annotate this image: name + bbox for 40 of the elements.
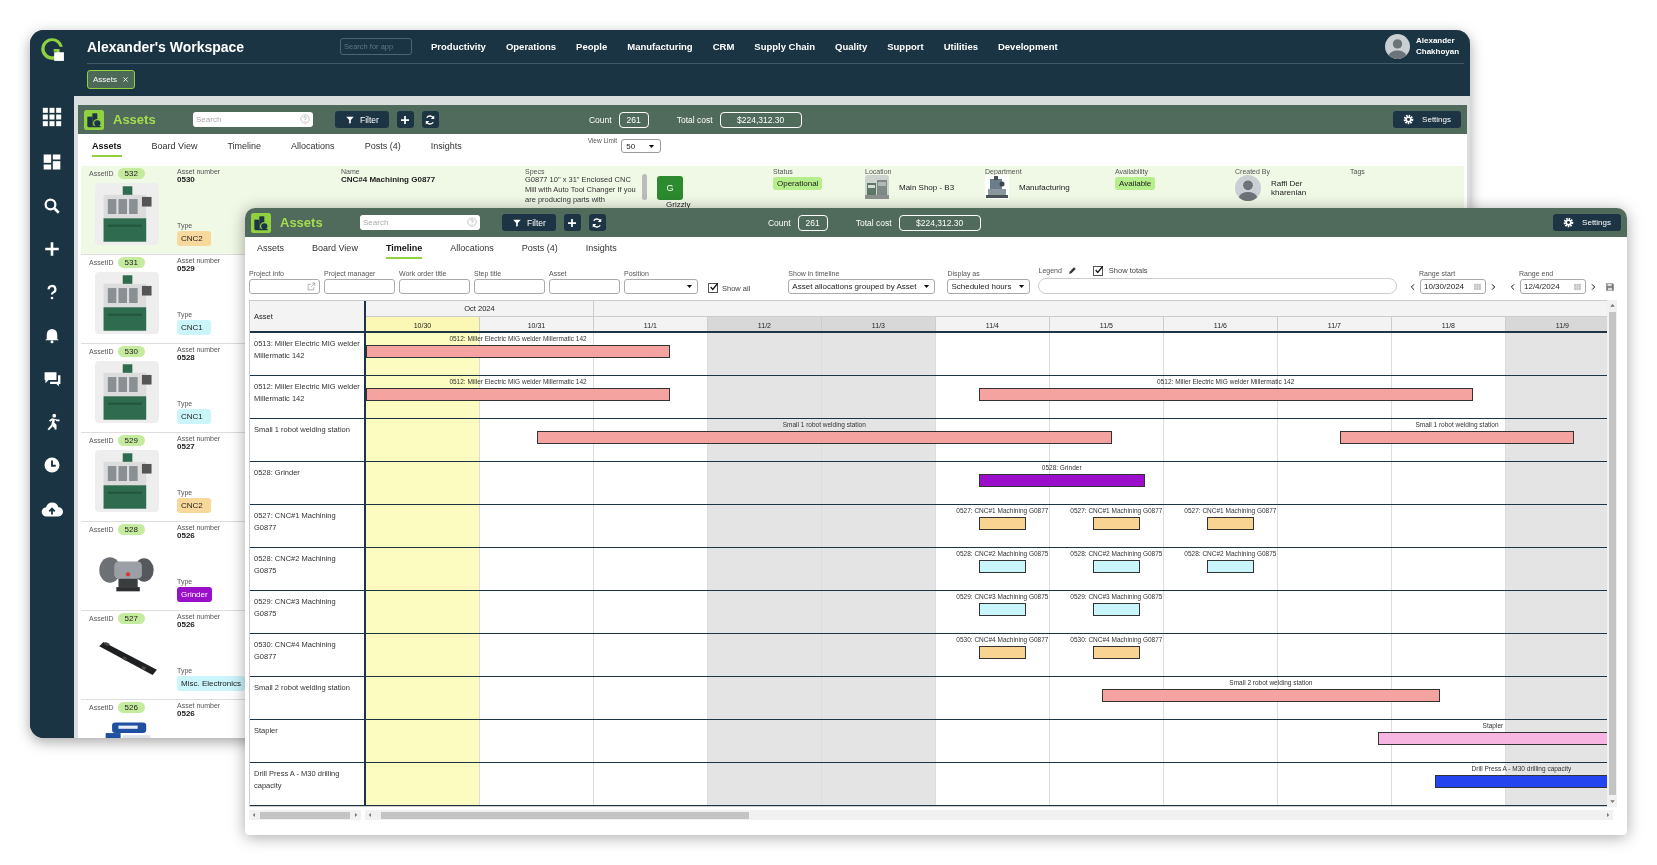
asset-id-badge: 530 — [117, 346, 145, 357]
count-value: 261 — [618, 111, 649, 128]
total-cost-value: $224,312.30 — [719, 111, 802, 128]
asset-id-badge: 527 — [117, 613, 145, 624]
department-name: Manufacturing — [1019, 182, 1070, 192]
asset-id-badge: 531 — [117, 257, 145, 268]
asset-number: 0527 — [177, 442, 195, 451]
type-tag: Grinder — [177, 587, 212, 602]
type-tag: CNC2 — [177, 498, 211, 513]
asset-number: 0526 — [177, 620, 195, 629]
asset-name: CNC#4 Machining G0877 — [341, 175, 436, 184]
count-label: Count — [767, 217, 791, 228]
asset-number: 0529 — [177, 264, 195, 273]
status-badge: Operational — [773, 177, 823, 190]
app-title: Assets — [280, 215, 324, 230]
type-tag: CNC1 — [177, 320, 211, 335]
asset-number: 0526 — [177, 709, 195, 718]
availability-badge: Available — [1115, 177, 1156, 190]
asset-id-badge: 528 — [117, 524, 145, 535]
asset-id-badge: 529 — [117, 435, 145, 446]
count-value: 261 — [797, 214, 828, 231]
count-label: Count — [588, 114, 612, 125]
type-tag: CNC1 — [177, 409, 211, 424]
asset-id-badge: 526 — [117, 702, 145, 713]
total-cost-value: $224,312.30 — [898, 214, 981, 231]
asset-number: 0526 — [177, 531, 195, 540]
asset-id-badge: 532 — [117, 168, 145, 179]
location-name: Main Shop - B3 — [899, 182, 955, 192]
asset-number: 0530 — [177, 175, 195, 184]
total-cost-label: Total cost — [855, 217, 892, 228]
brand-name: Grizzly — [666, 200, 691, 209]
asset-number: 0528 — [177, 353, 195, 362]
creator-name: Raffi Der kharenian — [1271, 179, 1308, 197]
brand-logo: G — [657, 176, 683, 200]
type-tag: CNC2 — [177, 231, 211, 246]
total-cost-label: Total cost — [676, 114, 713, 125]
type-tag: Misc. Electronics — [177, 676, 245, 691]
workspace-title: Alexander's Workspace — [87, 38, 246, 55]
app-title: Assets — [113, 112, 157, 127]
user-name: Alexander Chakhoyan — [1416, 35, 1461, 58]
